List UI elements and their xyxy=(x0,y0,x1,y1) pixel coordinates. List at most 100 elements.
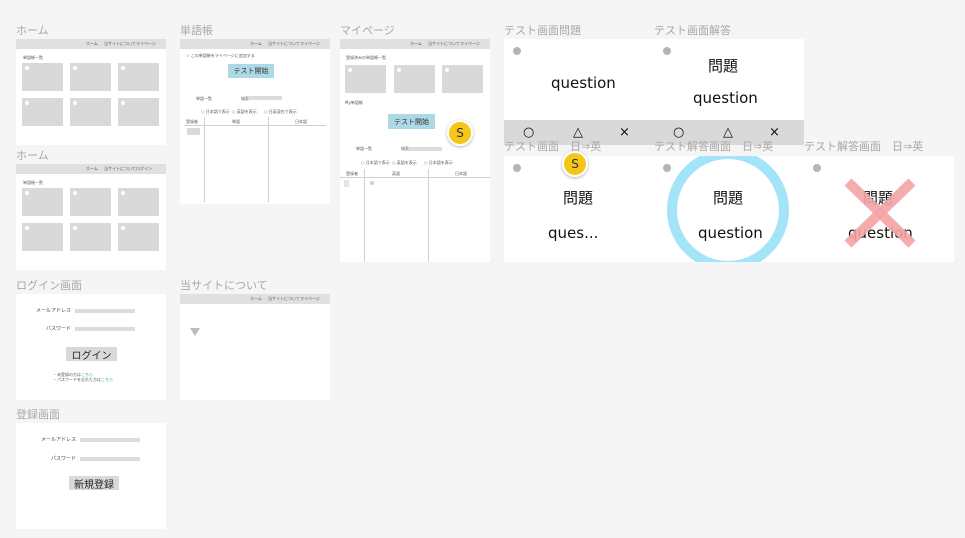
triangle-icon[interactable]: △ xyxy=(573,126,583,140)
email-field[interactable] xyxy=(80,438,140,442)
wordbook-card[interactable] xyxy=(394,65,435,93)
radio-option[interactable]: ○ 日本語で表示 xyxy=(361,160,390,165)
wordbook-card[interactable] xyxy=(22,223,63,251)
nav-mypage[interactable]: マイページ xyxy=(300,41,320,46)
password-label: パスワード xyxy=(46,326,72,332)
wordbook-card[interactable] xyxy=(118,98,159,126)
nav-about[interactable]: 当サイトについて xyxy=(104,41,136,46)
wordbook-card[interactable] xyxy=(118,223,159,251)
frame-label-answer-correct: テスト解答画面 日⇒英 xyxy=(654,140,774,153)
frame-label-mypage: マイページ xyxy=(340,24,395,37)
email-label: メールアドレス xyxy=(36,308,72,314)
test-answer-frame: 問題 question ○ △ × xyxy=(654,39,804,145)
row-dot-icon xyxy=(370,181,374,185)
nav-login[interactable]: ログイン xyxy=(136,166,152,171)
nav-home[interactable]: ホーム xyxy=(86,41,98,46)
card-dot-icon xyxy=(121,66,125,70)
nav-mypage[interactable]: マイページ xyxy=(460,41,480,46)
nav-home[interactable]: ホーム xyxy=(86,166,98,171)
start-test-button[interactable]: テスト開始 xyxy=(388,114,435,129)
radio-option[interactable]: ○ 日本語で表示 xyxy=(201,109,230,114)
word-list-title: 単語一覧 xyxy=(356,146,372,151)
nav-about[interactable]: 当サイトについて xyxy=(268,41,300,46)
cross-icon[interactable]: × xyxy=(769,126,780,140)
register-button[interactable]: 新規登録 xyxy=(69,476,119,491)
nav-home[interactable]: ホーム xyxy=(250,296,262,301)
table-column-line xyxy=(204,117,205,202)
col-header-japanese: 日本語 xyxy=(455,171,467,176)
status-dot-icon xyxy=(813,164,821,172)
forgot-link[interactable]: こちら xyxy=(101,377,113,382)
register-frame: メールアドレス パスワード 新規登録 xyxy=(16,423,166,529)
wordbook-card[interactable] xyxy=(345,65,386,93)
wordbook-card[interactable] xyxy=(22,98,63,126)
wordbook-card[interactable] xyxy=(442,65,483,93)
problem-text: 問題 xyxy=(713,189,744,207)
wordbook-card[interactable] xyxy=(118,188,159,216)
wordbook-card[interactable] xyxy=(70,63,111,91)
add-to-mypage-link[interactable]: ☆ この単語帳をマイページに追加する xyxy=(186,53,255,58)
email-label: メールアドレス xyxy=(41,437,77,443)
card-dot-icon xyxy=(73,191,77,195)
frame-label-answer-wrong: テスト解答画面 日⇒英 xyxy=(804,140,924,153)
question-text: question xyxy=(551,74,616,92)
nav-home[interactable]: ホーム xyxy=(250,41,262,46)
frame-label-home-guest: ホーム xyxy=(16,149,49,162)
nav-about[interactable]: 当サイトについて xyxy=(428,41,460,46)
wordbook-card[interactable] xyxy=(22,188,63,216)
password-field[interactable] xyxy=(75,327,135,331)
wordbook-frame: ホーム 当サイトについて マイページ ☆ この単語帳をマイページに追加する テス… xyxy=(180,39,330,204)
wordbook-card[interactable] xyxy=(22,63,63,91)
password-field[interactable] xyxy=(80,457,140,461)
frame-label-register: 登録画面 xyxy=(16,408,60,421)
radio-option[interactable]: ○ 日英混在で表示 xyxy=(264,109,297,114)
radio-option[interactable]: ○ 日本語を表示 xyxy=(424,160,453,165)
avatar[interactable]: S xyxy=(447,120,473,146)
frame-label-home: ホーム xyxy=(16,24,49,37)
table-divider xyxy=(184,125,326,126)
search-input[interactable] xyxy=(248,96,282,100)
search-input[interactable] xyxy=(408,147,442,151)
col-header-word: 単語 xyxy=(232,119,240,124)
triangle-icon[interactable]: △ xyxy=(723,126,733,140)
wordbook-card[interactable] xyxy=(118,63,159,91)
nav-mypage[interactable]: マイページ xyxy=(136,41,156,46)
nav-mypage[interactable]: マイページ xyxy=(300,296,320,301)
circle-icon[interactable]: ○ xyxy=(673,126,684,140)
status-dot-icon xyxy=(513,47,521,55)
cross-icon[interactable]: × xyxy=(619,126,630,140)
navbar: ホーム 当サイトについて ログイン xyxy=(16,164,166,174)
question-text: question xyxy=(698,224,763,242)
nav-about[interactable]: 当サイトについて xyxy=(104,166,136,171)
status-dot-icon xyxy=(663,47,671,55)
avatar[interactable]: S xyxy=(562,151,588,177)
navbar: ホーム 当サイトについて マイページ xyxy=(180,39,330,49)
table-row[interactable] xyxy=(344,180,349,187)
table-column-line xyxy=(428,169,429,262)
triangle-down-icon[interactable] xyxy=(190,328,200,336)
circle-icon[interactable]: ○ xyxy=(523,126,534,140)
start-test-button[interactable]: テスト開始 xyxy=(228,64,274,78)
radio-option[interactable]: ○ 英語を表示 xyxy=(392,160,417,165)
status-dot-icon xyxy=(663,164,671,172)
card-dot-icon xyxy=(121,191,125,195)
home-frame: ホーム 当サイトについて マイページ 単語帳一覧 xyxy=(16,39,166,145)
card-dot-icon xyxy=(25,101,29,105)
wordbook-card[interactable] xyxy=(70,98,111,126)
card-dot-icon xyxy=(25,66,29,70)
problem-text: 問題 xyxy=(708,57,739,75)
table-row[interactable] xyxy=(187,128,200,135)
frame-label-test-answer: テスト画面解答 xyxy=(654,24,731,37)
word-list-title: 単語一覧 xyxy=(196,96,212,101)
wordbook-card[interactable] xyxy=(70,223,111,251)
wordbook-card[interactable] xyxy=(70,188,111,216)
login-frame: メールアドレス パスワード ログイン ・未登録の方はこちら ・パスワードを忘れた… xyxy=(16,294,166,400)
login-button[interactable]: ログイン xyxy=(66,347,117,362)
nav-about[interactable]: 当サイトについて xyxy=(268,296,300,301)
nav-home[interactable]: ホーム xyxy=(410,41,422,46)
card-dot-icon xyxy=(73,101,77,105)
radio-option[interactable]: ○ 英語を表示 xyxy=(232,109,257,114)
email-field[interactable] xyxy=(75,309,135,313)
frame-label-test-question: テスト画面問題 xyxy=(504,24,581,37)
card-dot-icon xyxy=(397,68,401,72)
